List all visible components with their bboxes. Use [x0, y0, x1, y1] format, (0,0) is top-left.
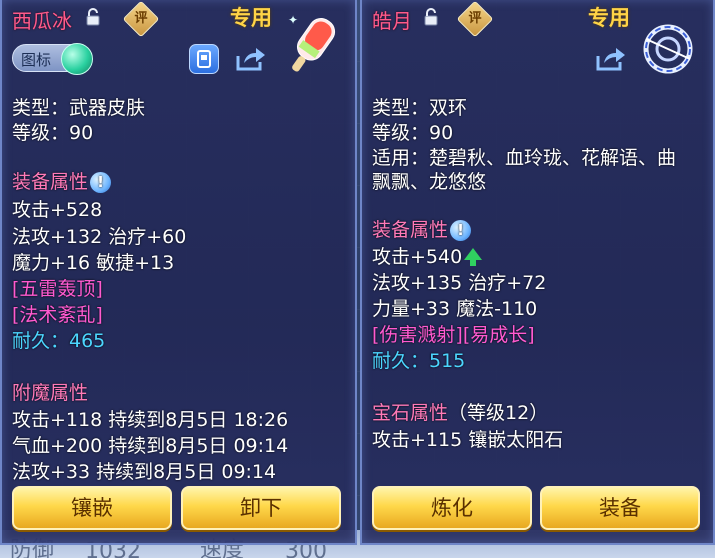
equip-button[interactable]: 装备 — [540, 486, 700, 530]
refine-button[interactable]: 炼化 — [372, 486, 532, 530]
toggle-knob — [61, 43, 93, 75]
gem-line: 攻击+115 镶嵌太阳石 — [372, 429, 564, 451]
gem-section: 宝石属性（等级12） — [372, 398, 548, 425]
enchant-title: 附魔属性 — [12, 382, 89, 404]
lock-icon[interactable] — [422, 8, 440, 26]
attr-line: 法攻+132 治疗+60 — [12, 226, 187, 248]
attr-title: 装备属性 — [372, 219, 449, 241]
up-arrow-icon — [464, 247, 483, 266]
attr-line: 攻击+540 — [372, 242, 483, 269]
attr-title: 装备属性 — [12, 171, 89, 193]
share-icon[interactable] — [234, 46, 266, 72]
gem-title: 宝石属性 — [372, 402, 449, 424]
attr-line: 法攻+135 治疗+72 — [372, 272, 547, 294]
preview-button[interactable] — [189, 44, 219, 74]
type-line: 类型：双环 — [372, 97, 468, 119]
level-line: 等级：90 — [12, 122, 94, 144]
preview-icon — [197, 50, 211, 68]
attr-line: 魔力+16 敏捷+13 — [12, 252, 175, 274]
attr-line: 力量+33 魔法-110 — [372, 298, 538, 320]
attr-line: 攻击+528 — [12, 199, 103, 221]
icon-toggle[interactable]: 图标 — [12, 43, 93, 75]
attr-section: 装备属性! — [12, 167, 112, 194]
type-line: 类型：武器皮肤 — [12, 97, 146, 119]
magic-skill: [法术紊乱] — [12, 304, 103, 326]
share-icon[interactable] — [594, 46, 626, 72]
class-line: 适用：楚碧秋、血玲珑、花解语、曲 — [372, 147, 677, 169]
enchant-line: 法攻+33 持续到8月5日 09:14 — [12, 461, 277, 483]
item-icon-rings — [643, 24, 693, 74]
item-tooltip-skin: 西瓜冰 评 专用 图标 ✦ 类型：武器皮肤 等级：90 装备属性! 攻击+528… — [0, 0, 357, 545]
level-line: 等级：90 — [372, 122, 454, 144]
unequip-button[interactable]: 卸下 — [181, 486, 341, 530]
enchant-line: 气血+200 持续到8月5日 09:14 — [12, 435, 289, 457]
toggle-label: 图标 — [21, 51, 52, 69]
lock-icon[interactable] — [84, 8, 102, 26]
judge-icon[interactable]: 评 — [456, 0, 494, 38]
judge-icon[interactable]: 评 — [122, 0, 160, 38]
magic-skill: [五雷轰顶] — [12, 278, 103, 300]
item-name: 皓月 — [372, 9, 412, 33]
durability: 耐久：515 — [372, 350, 466, 372]
magic-skill: [伤害溅射][易成长] — [372, 324, 535, 346]
item-name: 西瓜冰 — [12, 9, 72, 33]
attr-section: 装备属性! — [372, 215, 472, 242]
item-tooltip-weapon: 皓月 评 专用 类型：双环 等级：90 适用：楚碧秋、血玲珑、花解语、曲 飘飘、… — [360, 0, 715, 545]
svg-text:✦: ✦ — [288, 13, 298, 27]
item-icon-popsicle: ✦ — [288, 13, 336, 72]
class-line: 飘飘、龙悠悠 — [372, 171, 487, 193]
durability: 耐久：465 — [12, 330, 106, 352]
special-label: 专用 — [230, 6, 272, 30]
info-icon[interactable]: ! — [90, 172, 112, 193]
info-icon[interactable]: ! — [450, 220, 472, 241]
special-label: 专用 — [588, 6, 630, 30]
enchant-line: 攻击+118 持续到8月5日 18:26 — [12, 409, 289, 431]
gem-level: （等级12） — [448, 402, 549, 424]
inlay-button[interactable]: 镶嵌 — [12, 486, 172, 530]
